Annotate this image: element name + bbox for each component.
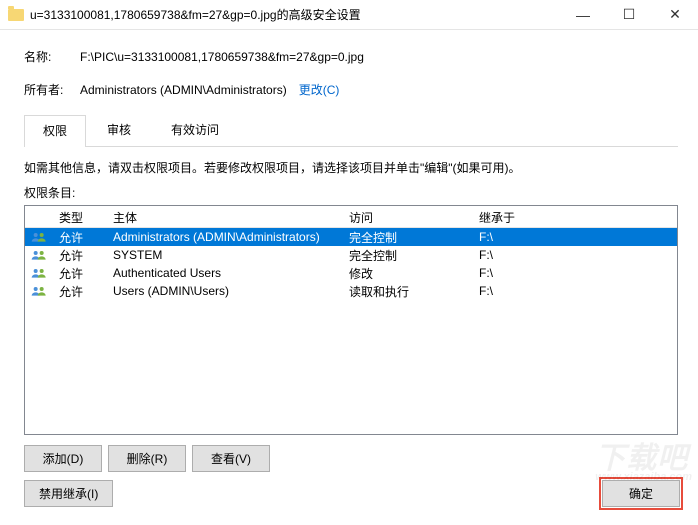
minimize-button[interactable]: — [560,0,606,30]
folder-icon [8,9,24,21]
name-value: F:\PIC\u=3133100081,1780659738&fm=27&gp=… [80,50,364,64]
instruction-text: 如需其他信息，请双击权限项目。若要修改权限项目，请选择该项目并单击"编辑"(如果… [24,159,678,176]
cell-principal: SYSTEM [107,245,343,265]
col-type[interactable]: 类型 [53,206,107,227]
owner-value: Administrators (ADMIN\Administrators) [80,83,287,97]
group-icon [25,282,53,300]
col-principal[interactable]: 主体 [107,206,343,227]
owner-label: 所有者: [24,81,80,98]
maximize-button[interactable]: ☐ [606,0,652,30]
name-label: 名称: [24,48,80,65]
col-access[interactable]: 访问 [343,206,473,227]
table-row[interactable]: 允许Users (ADMIN\Users)读取和执行F:\ [25,282,677,300]
add-button[interactable]: 添加(D) [24,445,102,472]
cell-inherited: F:\ [473,281,677,301]
change-owner-link[interactable]: 更改(C) [299,81,340,98]
tab-effective-access[interactable]: 有效访问 [152,114,238,146]
cell-access: 读取和执行 [343,280,473,303]
tab-strip: 权限 审核 有效访问 [24,114,678,147]
disable-inheritance-button[interactable]: 禁用继承(I) [24,480,113,507]
cell-principal: Users (ADMIN\Users) [107,281,343,301]
group-icon [25,264,53,282]
remove-button[interactable]: 删除(R) [108,445,186,472]
ok-button[interactable]: 确定 [602,480,680,507]
tab-audit[interactable]: 审核 [88,114,150,146]
view-button[interactable]: 查看(V) [192,445,270,472]
col-inherited[interactable]: 继承于 [473,206,677,227]
tab-permissions[interactable]: 权限 [24,115,86,147]
cell-type: 允许 [53,280,107,303]
cell-principal: Authenticated Users [107,263,343,283]
entries-label: 权限条目: [24,184,678,201]
group-icon [25,228,53,246]
close-button[interactable]: ✕ [652,0,698,30]
permission-table: 类型 主体 访问 继承于 允许Administrators (ADMIN\Adm… [24,205,678,435]
window-title: u=3133100081,1780659738&fm=27&gp=0.jpg的高… [30,6,560,23]
group-icon [25,246,53,264]
cell-inherited: F:\ [473,245,677,265]
cell-inherited: F:\ [473,263,677,283]
